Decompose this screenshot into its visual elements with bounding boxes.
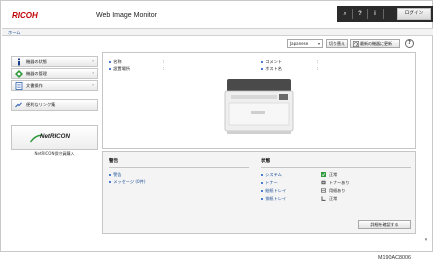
device-host-value: :: [317, 66, 319, 71]
bullet-icon: [261, 189, 264, 193]
sidebar-item-device-status[interactable]: 機器の状態 ›: [11, 56, 98, 67]
status-value: トナーあり: [329, 180, 350, 185]
logo-area: RICOH: [2, 2, 90, 28]
divider: [261, 167, 411, 168]
alert-link[interactable]: 警告: [113, 172, 121, 177]
bullet-icon: [109, 180, 112, 184]
help-icon[interactable]: ?: [354, 6, 366, 22]
favorite-links-button[interactable]: 便利なリンク集: [11, 99, 98, 111]
status-label[interactable]: 給紙トレイ: [265, 188, 286, 193]
refresh-label: 最新の機器に更新: [360, 41, 392, 46]
message-item[interactable]: メッセージ (0件): [109, 179, 146, 185]
bullet-icon: [109, 60, 112, 64]
bullet-icon: [261, 67, 264, 71]
tray-icon: [321, 188, 326, 193]
language-value: Japanese: [290, 41, 309, 46]
toner-icon: [321, 180, 326, 185]
output-tray-icon: [321, 196, 326, 201]
device-info-panel: 名称 : 設置場所 : コメント : ホスト名 :: [102, 52, 416, 149]
bullet-icon: [109, 173, 112, 177]
bullet-icon: [261, 181, 264, 185]
info-icon[interactable]: i: [369, 6, 381, 22]
bullet-icon: [261, 60, 264, 64]
netricon-logo: NetRICON: [40, 133, 70, 140]
login-button[interactable]: ログイン: [397, 8, 431, 20]
device-location-key: 設置場所: [113, 66, 130, 71]
refresh-button[interactable]: 最新の機器に更新: [350, 39, 400, 48]
status-row: システム: [261, 172, 282, 178]
gear-diamond-icon: [15, 70, 23, 78]
sidebar-item-label: 機器の状態: [26, 59, 47, 64]
device-comment-row: コメント: [261, 59, 282, 65]
status-panel: 警告 警告 メッセージ (0件) 状態 システム 正常 トナー トナーあり 給紙…: [102, 151, 416, 234]
bullet-icon: [261, 173, 264, 177]
sidebar-item-label: 文書操作: [26, 83, 43, 88]
status-value: 正常: [329, 196, 338, 201]
alert-item[interactable]: 警告: [109, 172, 122, 178]
printer-image: [224, 79, 294, 134]
device-name-row: 名称: [109, 59, 122, 65]
language-select[interactable]: Japanese ▾: [287, 39, 323, 48]
device-comment-value: :: [317, 59, 319, 64]
toolbar-divider: [367, 9, 368, 19]
search-icon[interactable]: ⌕: [339, 6, 351, 22]
bullet-icon: [261, 197, 264, 201]
device-host-key: ホスト名: [265, 66, 282, 71]
brand-logo: RICOH: [12, 11, 38, 20]
breadcrumb-home[interactable]: ホーム: [8, 30, 20, 36]
status-label[interactable]: トナー: [265, 180, 278, 185]
link-icon: [15, 102, 22, 108]
check-square-icon: [321, 172, 326, 177]
top-toolbar: ⌕ ? i ログイン: [337, 6, 433, 22]
device-location-value: :: [163, 66, 165, 71]
document-icon: [15, 82, 23, 90]
alerts-title: 警告: [109, 159, 119, 164]
toolbar-divider: [352, 9, 353, 19]
sidebar-item-label: 機器の管理: [26, 71, 47, 76]
chevron-right-icon: ›: [92, 71, 94, 76]
netricon-banner[interactable]: NetRICON: [11, 125, 98, 150]
chevron-right-icon: ›: [92, 83, 94, 88]
bullet-icon: [109, 67, 112, 71]
view-details-button[interactable]: 詳細を確認する: [358, 220, 411, 229]
info-icon: [18, 58, 20, 66]
scroll-down-arrow[interactable]: ▾: [422, 237, 430, 245]
device-comment-key: コメント: [265, 59, 282, 64]
device-host-row: ホスト名: [261, 66, 282, 72]
status-row: トナー: [261, 180, 278, 186]
favorite-links-label: 便利なリンク集: [26, 102, 56, 107]
status-value: 正常: [329, 172, 338, 177]
help-icon[interactable]: ?: [405, 39, 414, 48]
device-name-value: :: [163, 59, 165, 64]
language-switch-button[interactable]: 切り替え: [326, 39, 348, 48]
chevron-down-icon: ▾: [317, 41, 320, 46]
toolbar-divider: [383, 9, 384, 19]
status-row: 給紙トレイ: [261, 188, 286, 194]
divider: [109, 167, 249, 168]
app-title: Web Image Monitor: [96, 12, 157, 19]
sidebar-item-device-management[interactable]: 機器の管理 ›: [11, 68, 98, 79]
status-title: 状態: [261, 159, 271, 164]
status-value: 用紙あり: [329, 188, 346, 193]
sidebar: 機器の状態 › 機器の管理 › 文書操作 › 便利なリンク集 NetRICON …: [3, 38, 98, 250]
status-label[interactable]: 排紙トレイ: [265, 196, 286, 201]
status-label[interactable]: システム: [265, 172, 282, 177]
refresh-icon: [353, 41, 359, 47]
device-name-key: 名称: [113, 59, 122, 64]
device-location-row: 設置場所: [109, 66, 130, 72]
chevron-right-icon: ›: [92, 59, 94, 64]
netricon-caption[interactable]: NetRICON保守員購入: [11, 151, 98, 157]
browser-frame: RICOH Web Image Monitor ⌕ ? i ログイン ホーム 機…: [0, 0, 433, 252]
breadcrumb: ホーム: [2, 28, 433, 36]
figure-id: M190AC8006: [378, 255, 411, 261]
message-link[interactable]: メッセージ (0件): [113, 179, 145, 184]
status-row: 排紙トレイ: [261, 196, 286, 202]
sidebar-item-document-operations[interactable]: 文書操作 ›: [11, 80, 98, 91]
